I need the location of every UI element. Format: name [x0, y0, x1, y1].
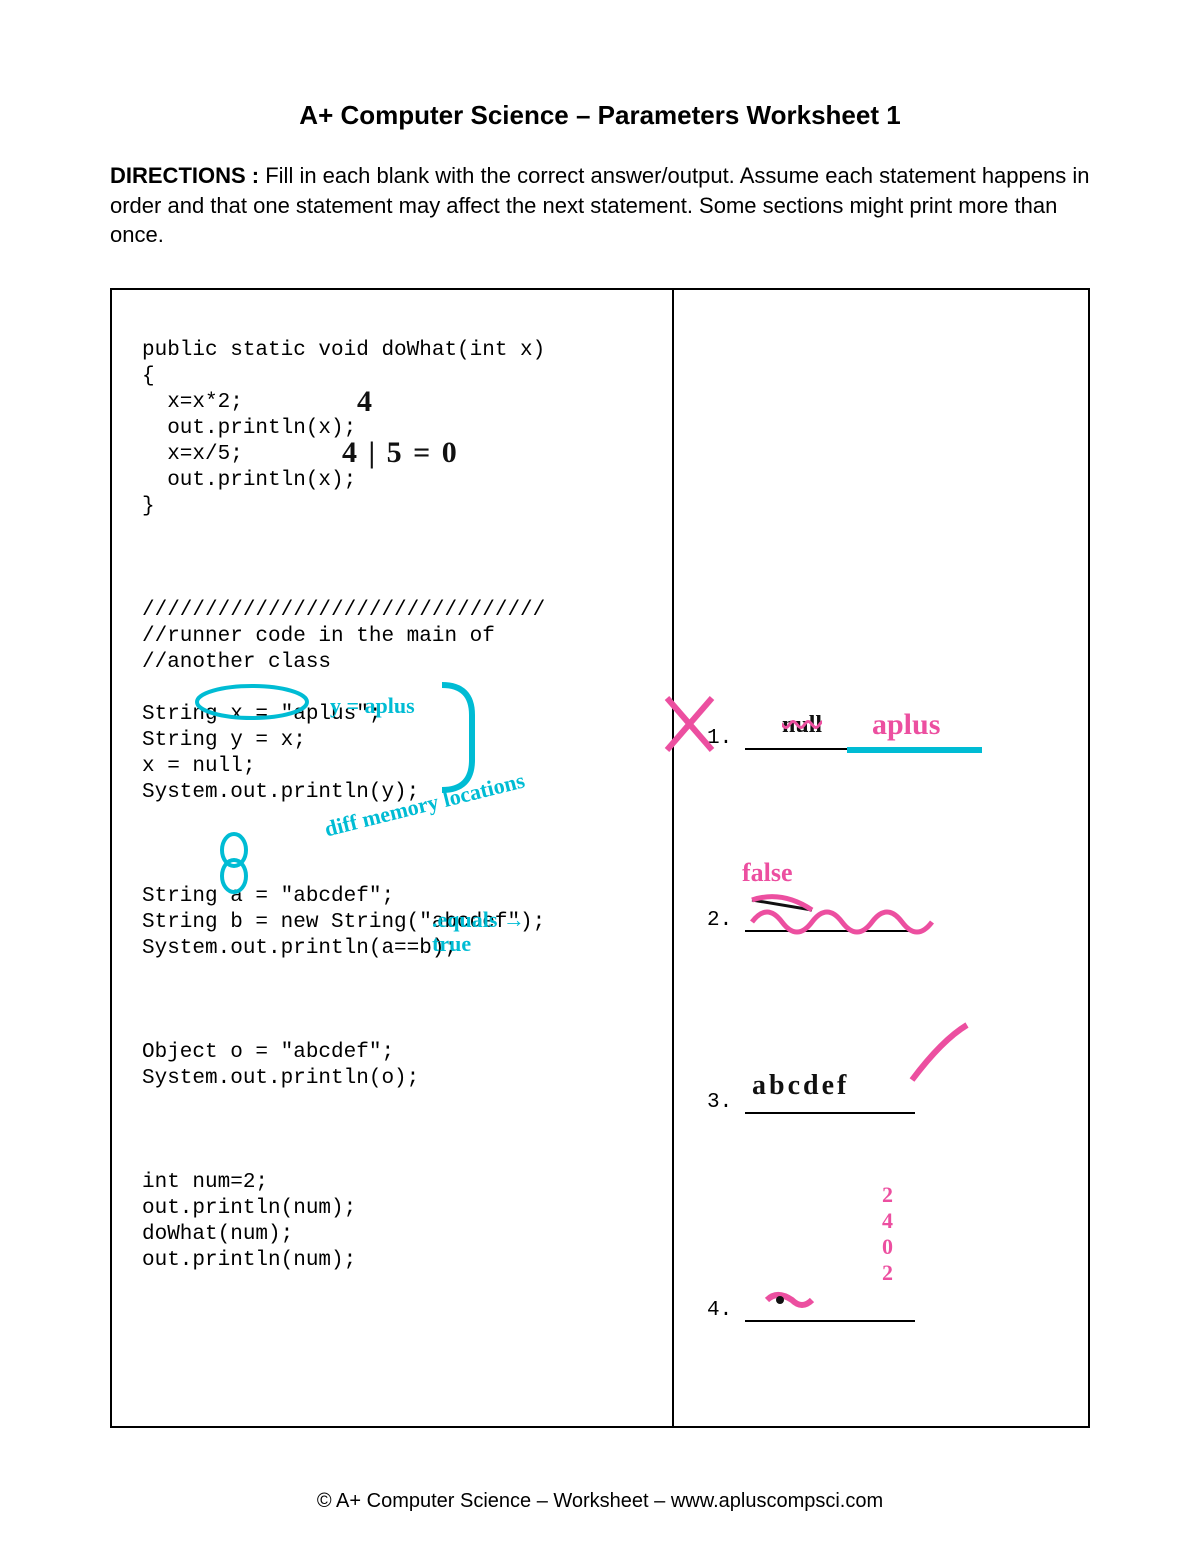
code-line: //////////////////////////////// [142, 599, 545, 622]
answer-number: 3. [707, 1091, 737, 1114]
code-line: x=x*2; [142, 391, 243, 414]
code-line: { [142, 365, 155, 388]
directions-label: DIRECTIONS : [110, 163, 265, 188]
answer-number: 1. [707, 727, 737, 750]
code-line: x=x/5; [142, 443, 243, 466]
code-line: //another class [142, 651, 331, 674]
handwritten-answer: 2 [882, 1182, 893, 1208]
directions: DIRECTIONS : Fill in each blank with the… [110, 161, 1090, 250]
code-line: //runner code in the main of [142, 625, 495, 648]
code-line: System.out.println(y); [142, 781, 419, 804]
code-line: String a = "abcdef"; [142, 885, 394, 908]
code-line: System.out.println(a==b); [142, 937, 457, 960]
handwritten-note: y = aplus [330, 693, 415, 719]
answer-blank [745, 908, 915, 932]
code-line: out.println(num); [142, 1249, 356, 1272]
handwritten-answer: false [742, 858, 793, 888]
code-line: doWhat(num); [142, 1223, 293, 1246]
worksheet-frame: public static void doWhat(int x) { x=x*2… [110, 288, 1090, 1428]
handwritten-note: 4 [357, 385, 372, 419]
handwritten-answer: null [782, 712, 822, 739]
code-line: out.println(x); [142, 469, 356, 492]
handwritten-answer: abcdef [752, 1070, 849, 1102]
handwritten-answer: 4 [882, 1208, 893, 1234]
answer-row-2: 2. [707, 908, 1077, 932]
code-line: x = null; [142, 755, 255, 778]
vertical-divider [672, 290, 674, 1426]
code-line: int num=2; [142, 1171, 268, 1194]
page-title: A+ Computer Science – Parameters Workshe… [110, 100, 1090, 131]
code-line: } [142, 495, 155, 518]
handwritten-note: .equals → true [432, 908, 562, 956]
handwritten-note: 4 | 5 = 0 [342, 436, 459, 470]
handwritten-answer: 0 [882, 1234, 893, 1260]
handwritten-answer: aplus [872, 708, 940, 742]
code-line: out.println(x); [142, 417, 356, 440]
answer-number: 4. [707, 1299, 737, 1322]
answer-number: 2. [707, 909, 737, 932]
answer-row-4: 4. [707, 1298, 1077, 1322]
code-line: String y = x; [142, 729, 306, 752]
page-footer: © A+ Computer Science – Worksheet – www.… [0, 1490, 1200, 1513]
code-line: public static void doWhat(int x) [142, 339, 545, 362]
worksheet-page: A+ Computer Science – Parameters Workshe… [0, 0, 1200, 1553]
code-line: Object o = "abcdef"; [142, 1041, 394, 1064]
code-line: out.println(num); [142, 1197, 356, 1220]
handwritten-answer: 2 [882, 1260, 893, 1286]
answer-blank [745, 1298, 915, 1322]
code-line: System.out.println(o); [142, 1067, 419, 1090]
